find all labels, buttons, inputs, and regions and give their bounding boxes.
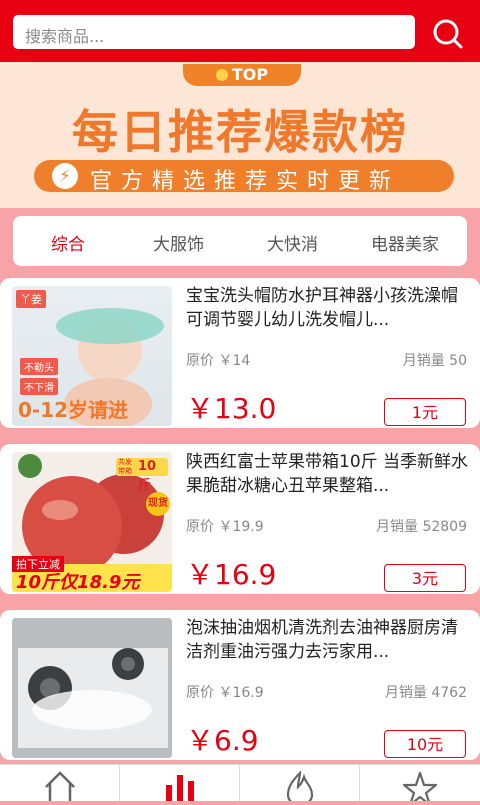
tab-fmcg[interactable]: 大快消 [267, 230, 318, 255]
chart-icon [166, 775, 194, 801]
banner-subtitle: 官方精选推荐实时更新 [90, 169, 401, 194]
weight-tag: 共发带箱 10斤 [116, 458, 168, 493]
nav-hot[interactable] [240, 765, 360, 805]
product-image: 丫姜 不勒头 不下滑 0-12岁请进 [12, 286, 172, 426]
banner-subtitle-bar: ⚡ 官方精选推荐实时更新 [34, 160, 454, 194]
category-tabs: 综合 大服饰 大快消 电器美家 [13, 216, 467, 266]
coupon-button[interactable]: 10元 [384, 730, 466, 758]
star-icon [402, 771, 438, 805]
coupon-button[interactable]: 3元 [384, 564, 466, 592]
top-bar: 搜索商品... [0, 0, 480, 62]
search-placeholder: 搜索商品... [25, 27, 105, 46]
product-title[interactable]: 泡沫抽油烟机清洗剂去油神器厨房清洁剂重油污强力去污家用... [186, 616, 471, 664]
nav-ranking[interactable] [120, 765, 240, 801]
lightning-icon: ⚡ [52, 163, 78, 189]
flame-icon [215, 69, 228, 81]
search-input[interactable]: 搜索商品... [13, 15, 415, 49]
nav-favorites[interactable] [360, 765, 480, 805]
in-stock-badge: 现货 [146, 492, 170, 516]
product-title[interactable]: 陕西红富士苹果带箱10斤 当季新鲜水果脆甜冰糖心丑苹果整箱... [186, 450, 471, 498]
product-card[interactable]: 共发带箱 10斤 现货 拍下立减 10斤仅18.9元 陕西红富士苹果带箱10斤 … [0, 444, 480, 594]
current-price: ￥6.9 [186, 724, 259, 757]
coupon-button[interactable]: 1元 [384, 398, 466, 426]
nav-home[interactable] [0, 765, 120, 801]
promo-strip: 拍下立减 10斤仅18.9元 [12, 556, 172, 592]
feature-tag: 不下滑 [20, 378, 58, 395]
image-caption: 0-12岁请进 [18, 398, 129, 422]
monthly-sales: 月销量 52809 [376, 519, 467, 535]
original-price: 原价 ￥14 [186, 353, 251, 369]
home-icon [45, 771, 75, 801]
current-price: ￥13.0 [186, 392, 277, 425]
top-badge: TOP [183, 64, 301, 86]
original-price: 原价 ￥19.9 [186, 519, 264, 535]
fire-icon [286, 770, 314, 805]
product-card[interactable]: 丫姜 不勒头 不下滑 0-12岁请进 宝宝洗头帽防水护耳神器小孩洗澡帽可调节婴儿… [0, 278, 480, 428]
product-card[interactable]: 泡沫抽油烟机清洗剂去油神器厨房清洁剂重油污强力去污家用... 原价 ￥16.9 … [0, 610, 480, 760]
bottom-nav [0, 764, 480, 805]
product-image: 共发带箱 10斤 现货 拍下立减 10斤仅18.9元 [12, 452, 172, 592]
original-price: 原价 ￥16.9 [186, 685, 264, 701]
monthly-sales: 月销量 50 [402, 353, 467, 369]
feature-tag: 不勒头 [20, 358, 58, 375]
product-title[interactable]: 宝宝洗头帽防水护耳神器小孩洗澡帽可调节婴儿幼儿洗发帽儿... [186, 284, 471, 332]
current-price: ￥16.9 [186, 558, 277, 591]
search-button[interactable] [428, 14, 468, 54]
brand-tag: 丫姜 [16, 290, 46, 308]
banner-title: 每日推荐爆款榜 [72, 105, 408, 159]
tab-apparel[interactable]: 大服饰 [153, 230, 204, 255]
search-icon [433, 19, 463, 49]
tab-all[interactable]: 综合 [51, 230, 85, 255]
product-image [12, 618, 172, 758]
tab-appliances[interactable]: 电器美家 [371, 230, 439, 255]
monthly-sales: 月销量 4762 [384, 685, 467, 701]
